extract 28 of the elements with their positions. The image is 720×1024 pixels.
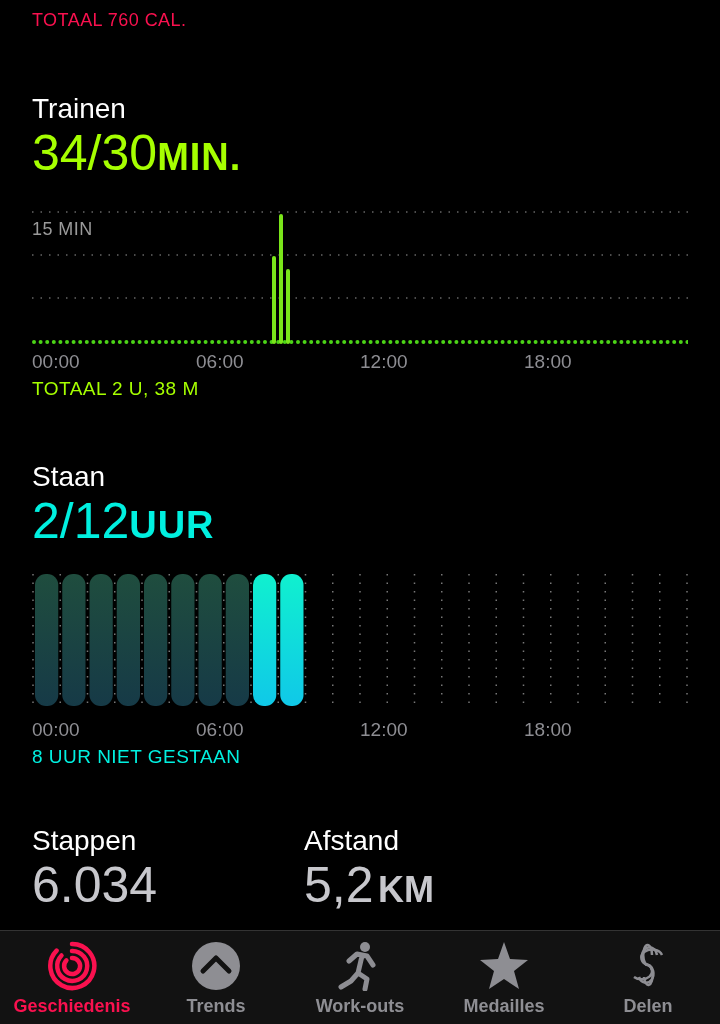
exercise-value: 34/30MIN.	[32, 126, 243, 183]
stat-label: Afstand	[304, 824, 400, 858]
axis-label: 15 MIN	[32, 218, 93, 241]
stat-value: 6.034	[32, 858, 159, 915]
stand-value: 2/12UUR	[32, 494, 216, 551]
time-label: 12:00	[360, 350, 408, 374]
exercise-total: TOTAAL 2 U, 38 M	[32, 377, 200, 401]
tab[interactable]: Geschiedenis	[0, 931, 144, 1024]
section-title: Staan	[32, 460, 107, 494]
stand-total: 8 UUR NIET GESTAAN	[32, 745, 242, 769]
calorie-total: TOTAAL 760 CAL.	[32, 9, 188, 32]
stat-value: 5,2 KM	[304, 858, 435, 915]
time-label: 18:00	[524, 718, 572, 742]
time-label: 00:00	[32, 350, 80, 374]
time-label: 06:00	[196, 350, 244, 374]
rings-icon	[47, 941, 97, 991]
time-label: 18:00	[524, 350, 572, 374]
tab[interactable]: Delen	[576, 931, 720, 1024]
section-title: Trainen	[32, 92, 127, 126]
tab[interactable]: Work-outs	[288, 931, 432, 1024]
star-icon	[479, 941, 529, 991]
stat-label: Stappen	[32, 824, 138, 858]
time-label: 00:00	[32, 718, 80, 742]
time-label: 12:00	[360, 718, 408, 742]
time-label: 06:00	[196, 718, 244, 742]
tab[interactable]: Trends	[144, 931, 288, 1024]
tab[interactable]: Medailles	[432, 931, 576, 1024]
chevron-icon	[191, 941, 241, 991]
